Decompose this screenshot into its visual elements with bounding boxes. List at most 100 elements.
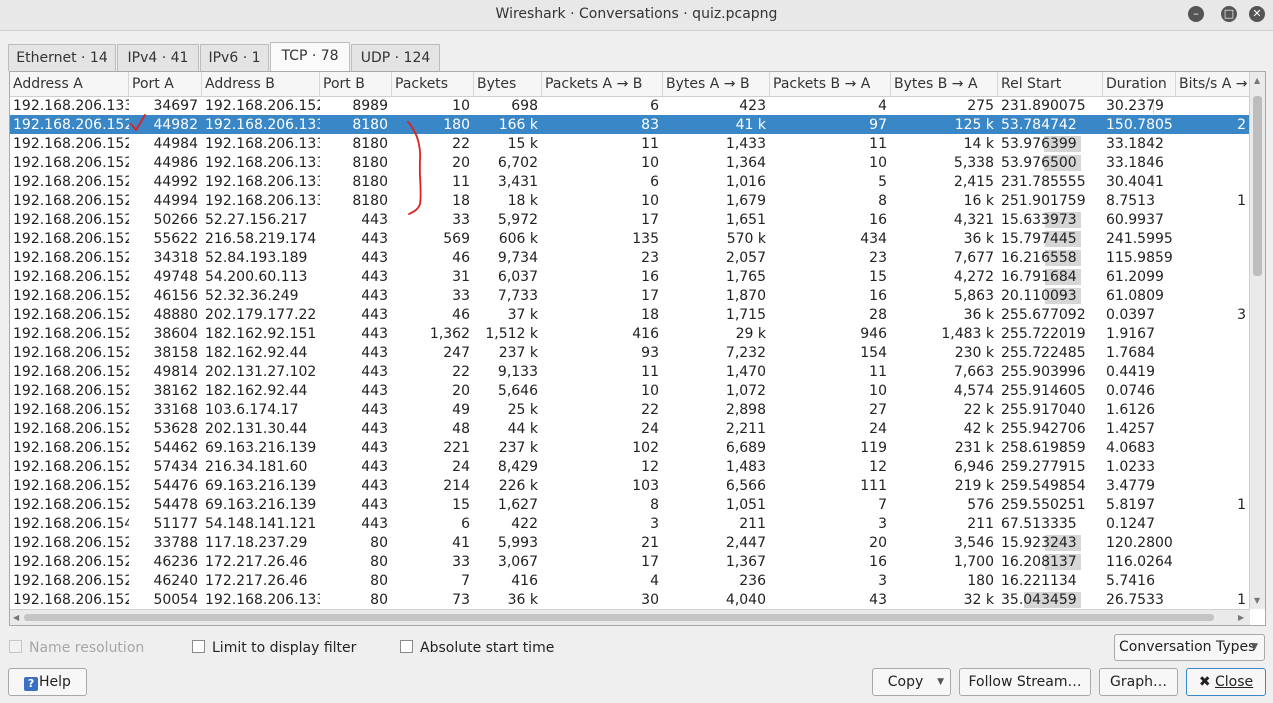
maximize-icon[interactable]: □ <box>1221 6 1237 22</box>
close-button[interactable]: ✖ Close <box>1186 668 1266 696</box>
column-header[interactable]: Bytes <box>474 72 542 96</box>
table-cell: 1,433 <box>663 134 770 153</box>
scroll-up-icon[interactable]: ▲ <box>1254 76 1260 85</box>
table-cell: 1,512 k <box>474 324 542 343</box>
table-row[interactable]: 192.168.206.152 54462 69.163.216.139 443 221… <box>10 438 1250 457</box>
column-header[interactable]: Duration <box>1103 72 1176 96</box>
cell-text: 49748 <box>153 269 198 285</box>
column-header[interactable]: Bits/s A → B <box>1176 72 1250 96</box>
copy-button[interactable]: Copy ▼ <box>872 668 951 696</box>
cell-text: 5 <box>878 174 887 190</box>
table-cell: 230 k <box>891 343 998 362</box>
table-row[interactable]: 192.168.206.152 48880 202.179.177.22 443 46 3… <box>10 305 1250 324</box>
table-cell: 192.168.206.152 <box>10 533 129 552</box>
table-cell: 30.2379 <box>1103 96 1176 115</box>
table-row[interactable]: 192.168.206.152 38604 182.162.92.151 443 1,3… <box>10 324 1250 343</box>
column-header[interactable]: Packets B → A <box>770 72 891 96</box>
table-row[interactable]: 192.168.206.152 38162 182.162.92.44 443 20 5,… <box>10 381 1250 400</box>
cell-text: 443 <box>361 307 388 323</box>
cell-text: 36 k <box>963 231 994 247</box>
scroll-right-icon[interactable]: ▶ <box>1238 613 1244 622</box>
column-header[interactable]: Address B <box>202 72 320 96</box>
table-row[interactable]: 192.168.206.152 33788 117.18.237.29 80 41 5,9… <box>10 533 1250 552</box>
vertical-scroll-thumb[interactable] <box>1253 96 1262 276</box>
column-header[interactable]: Port A <box>129 72 202 96</box>
cell-text: 423 <box>739 98 766 114</box>
cell-text: 117.18.237.29 <box>205 535 308 551</box>
table-row[interactable]: 192.168.206.152 50054 192.168.206.133 80 73 3… <box>10 590 1250 609</box>
table-row[interactable]: 192.168.206.152 50266 52.27.156.217 443 33 5,… <box>10 210 1250 229</box>
graph-button[interactable]: Graph… <box>1099 668 1178 696</box>
table-cell: 119 <box>770 438 891 457</box>
tab-tcp[interactable]: TCP · 78 <box>270 42 350 73</box>
table-row[interactable]: 192.168.206.152 44984 192.168.206.133 8180 2… <box>10 134 1250 153</box>
column-header[interactable]: Packets <box>392 72 474 96</box>
table-cell: 38604 <box>129 324 202 343</box>
horizontal-scrollbar[interactable]: ◀ ▶ <box>10 609 1250 625</box>
table-row[interactable]: 192.168.206.152 44994 192.168.206.133 8180 1… <box>10 191 1250 210</box>
table-cell: 1,700 <box>891 552 998 571</box>
table-row[interactable]: 192.168.206.152 38158 182.162.92.44 443 247 2… <box>10 343 1250 362</box>
cell-text: 36 k <box>507 592 538 608</box>
column-header[interactable]: Rel Start <box>998 72 1103 96</box>
scroll-left-icon[interactable]: ◀ <box>13 613 19 622</box>
table-row[interactable]: 192.168.206.152 49814 202.131.27.102 443 22 9… <box>10 362 1250 381</box>
cell-text: 48 <box>452 421 470 437</box>
table-cell: 1.7684 <box>1103 343 1176 362</box>
column-header[interactable]: Bytes A → B <box>663 72 770 96</box>
cell-text: 53.784742 <box>1001 117 1077 133</box>
cell-text: 10 <box>641 155 659 171</box>
table-row[interactable]: 192.168.206.152 44986 192.168.206.133 8180 2… <box>10 153 1250 172</box>
table-cell: 443 <box>320 381 392 400</box>
column-header[interactable]: Packets A → B <box>542 72 663 96</box>
table-cell: 422 <box>474 514 542 533</box>
cell-text: 120.2800 <box>1106 535 1173 551</box>
tab-ipv4[interactable]: IPv4 · 41 <box>117 44 199 71</box>
tab-ipv6[interactable]: IPv6 · 1 <box>200 44 269 71</box>
cell-text: 1,016 <box>725 174 766 190</box>
table-cell: 46156 <box>129 286 202 305</box>
table-row[interactable]: 192.168.206.152 44982 192.168.206.133 8180 1… <box>10 115 1250 134</box>
table-cell: 219 k <box>891 476 998 495</box>
table-cell: 17 <box>542 210 663 229</box>
scroll-down-icon[interactable]: ▼ <box>1254 596 1260 605</box>
conversation-types-dropdown[interactable]: Conversation Types ▼ <box>1114 634 1265 661</box>
tab-ethernet[interactable]: Ethernet · 14 <box>8 44 116 71</box>
table-row[interactable]: 192.168.206.154 51177 54.148.141.121 443 6 42… <box>10 514 1250 533</box>
table-row[interactable]: 192.168.206.133 34697 192.168.206.152 8989 1… <box>10 96 1250 115</box>
limit-display-filter-checkbox[interactable] <box>192 640 205 653</box>
close-window-icon[interactable]: ✕ <box>1249 6 1265 22</box>
table-row[interactable]: 192.168.206.152 46236 172.217.26.46 80 33 3,0… <box>10 552 1250 571</box>
absolute-start-time-checkbox[interactable] <box>400 640 413 653</box>
follow-stream-button[interactable]: Follow Stream… <box>959 668 1091 696</box>
table-row[interactable]: 192.168.206.152 46156 52.32.36.249 443 33 7,7… <box>10 286 1250 305</box>
name-resolution-checkbox[interactable] <box>9 640 22 653</box>
table-cell: 6 <box>392 514 474 533</box>
table-row[interactable]: 192.168.206.152 54478 69.163.216.139 443 15 1… <box>10 495 1250 514</box>
table-row[interactable]: 192.168.206.152 44992 192.168.206.133 8180 1… <box>10 172 1250 191</box>
cell-text: 115.9859 <box>1106 250 1173 266</box>
absolute-start-time-option[interactable]: Absolute start time <box>400 639 554 657</box>
limit-display-filter-option[interactable]: Limit to display filter <box>192 639 356 657</box>
minimize-icon[interactable]: – <box>1188 6 1204 22</box>
column-header[interactable]: Bytes B → A <box>891 72 998 96</box>
table-row[interactable]: 192.168.206.152 46240 172.217.26.46 80 7 416 4… <box>10 571 1250 590</box>
table-cell: 46236 <box>129 552 202 571</box>
table-row[interactable]: 192.168.206.152 54476 69.163.216.139 443 214… <box>10 476 1250 495</box>
help-button[interactable]: ? Help <box>8 668 87 696</box>
table-cell: 33168 <box>129 400 202 419</box>
tab-udp[interactable]: UDP · 124 <box>351 44 440 71</box>
name-resolution-option[interactable]: Name resolution <box>9 639 144 657</box>
column-header[interactable]: Port B <box>320 72 392 96</box>
cell-text: 24 <box>452 459 470 475</box>
vertical-scrollbar[interactable]: ▲ ▼ <box>1249 72 1265 609</box>
horizontal-scroll-thumb[interactable] <box>24 614 1214 621</box>
table-cell: 25 k <box>474 400 542 419</box>
table-row[interactable]: 192.168.206.152 55622 216.58.219.174 443 569… <box>10 229 1250 248</box>
table-row[interactable]: 192.168.206.152 49748 54.200.60.113 443 31 6,… <box>10 267 1250 286</box>
table-row[interactable]: 192.168.206.152 57434 216.34.181.60 443 24 8,… <box>10 457 1250 476</box>
table-row[interactable]: 192.168.206.152 33168 103.6.174.17 443 49 25 … <box>10 400 1250 419</box>
column-header[interactable]: Address A <box>10 72 129 96</box>
table-row[interactable]: 192.168.206.152 53628 202.131.30.44 443 48 44… <box>10 419 1250 438</box>
table-row[interactable]: 192.168.206.152 34318 52.84.193.189 443 46 9,… <box>10 248 1250 267</box>
